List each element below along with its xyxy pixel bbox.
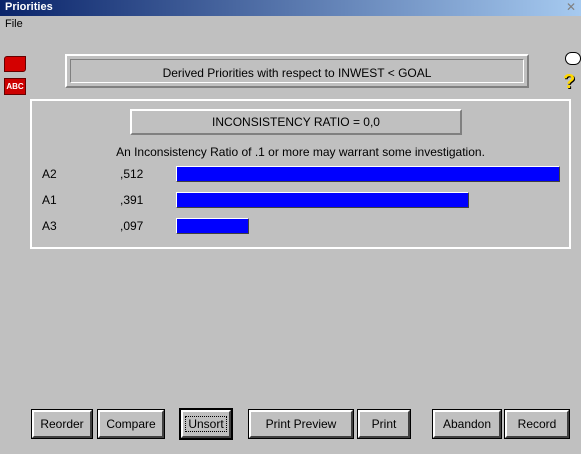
priority-value: ,097 xyxy=(120,219,144,233)
inconsistency-ratio: INCONSISTENCY RATIO = 0,0 xyxy=(130,109,462,135)
compare-button[interactable]: Compare xyxy=(97,409,165,439)
help-icon[interactable]: ? xyxy=(563,72,579,92)
alternative-label: A2 xyxy=(42,167,57,181)
inconsistency-note: An Inconsistency Ratio of .1 or more may… xyxy=(116,145,485,159)
priority-value: ,512 xyxy=(120,167,144,181)
unsort-button[interactable]: Unsort xyxy=(179,408,233,440)
alternative-label: A3 xyxy=(42,219,57,233)
menu-file[interactable]: File xyxy=(5,18,23,30)
priorities-panel: INCONSISTENCY RATIO = 0,0 An Inconsisten… xyxy=(30,99,571,249)
header-box: Derived Priorities with respect to INWES… xyxy=(65,54,529,88)
abandon-button[interactable]: Abandon xyxy=(432,409,502,439)
print-preview-button[interactable]: Print Preview xyxy=(248,409,354,439)
abc-icon[interactable]: ABC xyxy=(4,78,26,95)
close-icon[interactable]: ✕ xyxy=(564,1,578,14)
menu-bar: File xyxy=(0,16,581,32)
header-title: Derived Priorities with respect to INWES… xyxy=(70,59,524,83)
priority-bar xyxy=(176,192,469,208)
priority-row: A3 ,097 xyxy=(32,217,569,235)
window-title: Priorities xyxy=(5,1,53,13)
title-bar: Priorities ✕ xyxy=(0,0,581,16)
alternative-label: A1 xyxy=(42,193,57,207)
priority-bar xyxy=(176,218,249,234)
speech-bubble-icon[interactable] xyxy=(565,52,581,65)
priority-row: A1 ,391 xyxy=(32,191,569,209)
priority-value: ,391 xyxy=(120,193,144,207)
print-button[interactable]: Print xyxy=(357,409,411,439)
priority-row: A2 ,512 xyxy=(32,165,569,183)
unsort-label: Unsort xyxy=(185,416,227,432)
record-button[interactable]: Record xyxy=(504,409,570,439)
priority-bar xyxy=(176,166,560,182)
reorder-button[interactable]: Reorder xyxy=(31,409,93,439)
book-icon[interactable] xyxy=(4,56,26,72)
